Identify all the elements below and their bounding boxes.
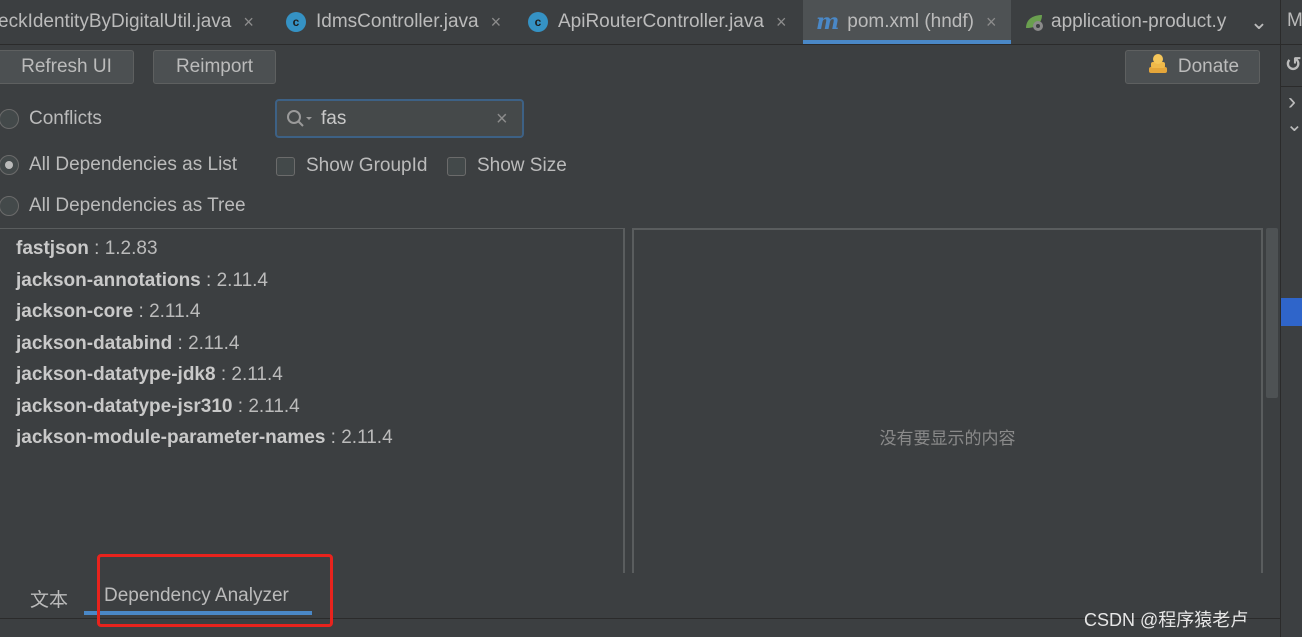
radio-circle-selected[interactable] — [0, 155, 19, 175]
tab-label: ApiRouterController.java — [558, 11, 764, 32]
show-size-checkbox[interactable]: Show Size — [447, 155, 567, 177]
dependency-name: jackson-datatype-jdk8 — [16, 364, 216, 385]
dependency-name: jackson-datatype-jsr310 — [16, 396, 233, 417]
radio-all-dependencies-list[interactable]: All Dependencies as List — [0, 154, 237, 176]
dependency-list[interactable]: fastjson : 1.2.83 jackson-annotations : … — [0, 228, 625, 573]
clear-search-icon[interactable]: × — [496, 108, 508, 131]
list-item[interactable]: fastjson : 1.2.83 — [16, 238, 158, 260]
radio-label: All Dependencies as Tree — [29, 195, 246, 216]
close-icon[interactable]: × — [776, 12, 787, 33]
dependency-name: jackson-annotations — [16, 270, 201, 291]
search-field[interactable]: fas × — [275, 99, 524, 138]
dependency-version: : 2.11.4 — [200, 270, 269, 291]
tab-idms-controller[interactable]: c IdmsController.java × — [286, 0, 516, 44]
tab-label: eckIdentityByDigitalUtil.java — [0, 11, 232, 32]
tab-application-product[interactable]: application-product.y — [1023, 0, 1237, 44]
dependency-detail-panel: 没有要显示的内容 — [632, 228, 1263, 573]
list-item[interactable]: jackson-datatype-jsr310 : 2.11.4 — [16, 396, 300, 418]
close-icon[interactable]: × — [243, 12, 254, 33]
gutter-selection — [1281, 298, 1302, 326]
dependency-version: : 2.11.4 — [325, 427, 393, 448]
radio-all-dependencies-tree[interactable]: All Dependencies as Tree — [0, 195, 246, 217]
checkbox-box[interactable] — [276, 156, 295, 176]
radio-circle[interactable] — [0, 109, 19, 129]
tab-overflow-chevron-icon[interactable]: ⌄ — [1244, 0, 1274, 44]
list-item[interactable]: jackson-databind : 2.11.4 — [16, 333, 240, 355]
radio-conflicts[interactable]: Conflicts — [0, 108, 102, 130]
radio-label: All Dependencies as List — [29, 154, 238, 175]
list-item[interactable]: jackson-core : 2.11.4 — [16, 301, 201, 323]
radio-label: Conflicts — [29, 108, 102, 129]
dependency-version: : 1.2.83 — [88, 238, 158, 259]
refresh-ui-button[interactable]: Refresh UI — [0, 50, 134, 84]
tab-api-router-controller[interactable]: c ApiRouterController.java × — [528, 0, 802, 44]
editor-tab-bar: eckIdentityByDigitalUtil.java × c IdmsCo… — [0, 0, 1280, 45]
right-tool-strip: M ↺ › ⌄ — [1280, 0, 1302, 637]
dependency-version: : 2.11.4 — [215, 364, 283, 385]
chevron-down-icon[interactable]: ⌄ — [1286, 112, 1302, 137]
show-groupid-checkbox[interactable]: Show GroupId — [276, 155, 427, 177]
vertical-scrollbar[interactable] — [1266, 228, 1278, 398]
list-item[interactable]: jackson-module-parameter-names : 2.11.4 — [16, 427, 393, 449]
dependency-name: jackson-module-parameter-names — [16, 427, 326, 448]
radio-circle[interactable] — [0, 196, 19, 216]
empty-state-text: 没有要显示的内容 — [879, 429, 1016, 448]
dependency-name: jackson-core — [16, 301, 134, 322]
divider — [1281, 44, 1302, 45]
checkbox-box[interactable] — [447, 156, 466, 176]
dependency-name: jackson-databind — [16, 333, 173, 354]
class-icon: c — [286, 12, 306, 32]
donate-button[interactable]: Donate — [1125, 50, 1260, 84]
search-input[interactable]: fas — [321, 108, 346, 130]
tab-label: pom.xml (hndf) — [847, 11, 974, 32]
watermark: CSDN @程序猿老卢 — [1084, 610, 1249, 630]
tab-text[interactable]: 文本 — [30, 585, 68, 612]
spring-leaf-icon — [1023, 12, 1045, 32]
dependency-version: : 2.11.4 — [232, 396, 300, 417]
highlight-box — [97, 554, 333, 627]
close-icon[interactable]: × — [491, 12, 502, 33]
close-icon[interactable]: × — [986, 12, 997, 33]
maven-icon: m — [816, 9, 840, 35]
tab-pom-xml[interactable]: m pom.xml (hndf) × — [803, 0, 1011, 44]
search-icon[interactable] — [285, 108, 313, 135]
list-item[interactable]: jackson-datatype-jdk8 : 2.11.4 — [16, 364, 283, 386]
dependency-version: : 2.11.4 — [133, 301, 201, 322]
list-item[interactable]: jackson-annotations : 2.11.4 — [16, 270, 268, 292]
maven-tool-letter[interactable]: M — [1287, 10, 1302, 32]
donate-coins-icon — [1146, 53, 1170, 81]
reimport-button[interactable]: Reimport — [153, 50, 276, 84]
refresh-icon[interactable]: ↺ — [1285, 52, 1302, 77]
dependency-name: fastjson — [16, 238, 89, 259]
donate-label: Donate — [1177, 56, 1240, 77]
dependency-version: : 2.11.4 — [172, 333, 240, 354]
checkbox-label: Show Size — [477, 155, 567, 176]
divider — [1281, 86, 1302, 87]
tab-check-identity[interactable]: eckIdentityByDigitalUtil.java × — [0, 0, 270, 44]
class-icon: c — [528, 12, 548, 32]
checkbox-label: Show GroupId — [306, 155, 428, 176]
tab-label: IdmsController.java — [316, 11, 479, 32]
tab-label: application-product.y — [1051, 11, 1227, 32]
